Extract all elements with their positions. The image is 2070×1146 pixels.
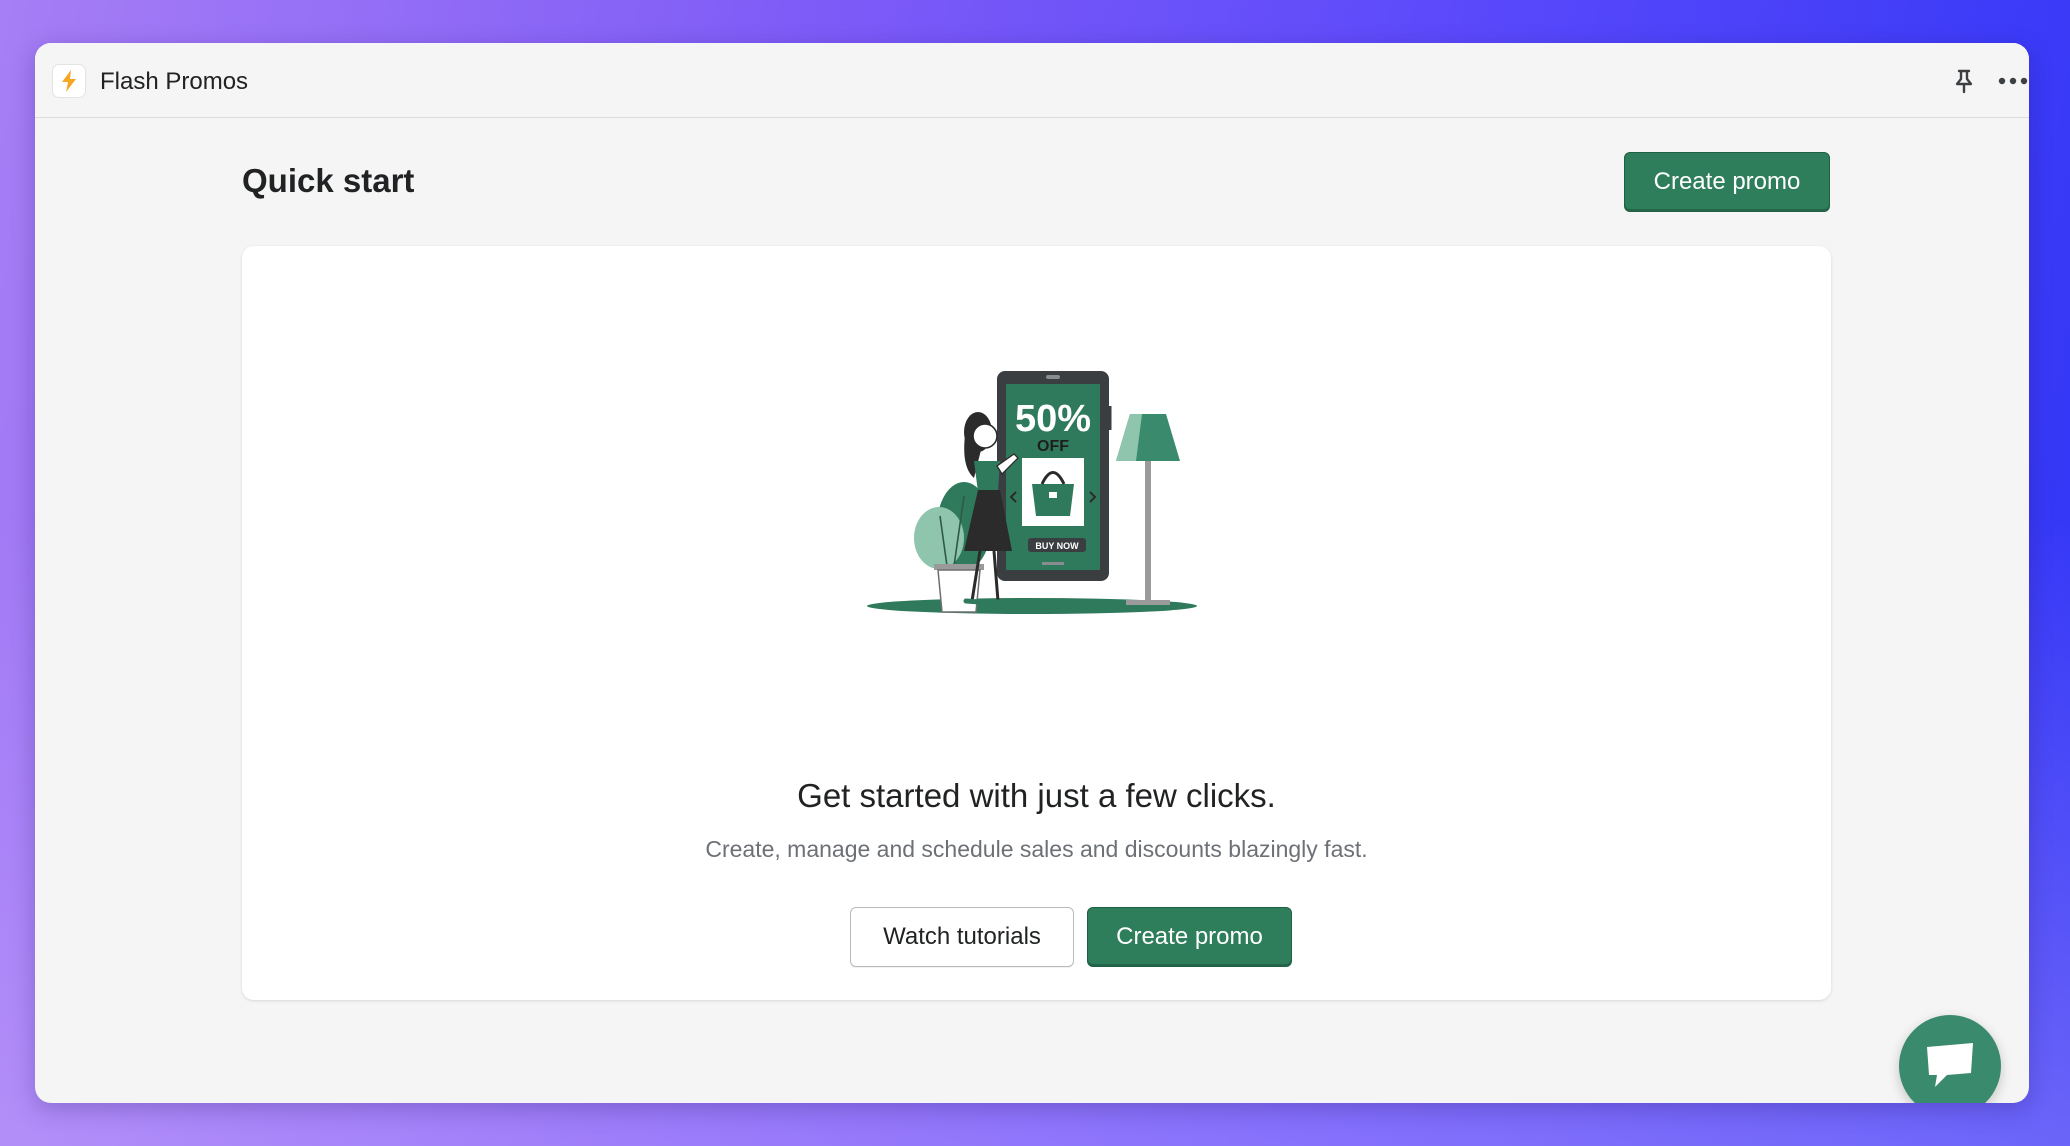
- create-promo-button[interactable]: Create promo: [1087, 907, 1292, 967]
- promo-illustration: 50% OFF BUY NOW: [842, 366, 1222, 636]
- empty-state-card: 50% OFF BUY NOW Get started with just a …: [242, 246, 1831, 1000]
- empty-state-heading: Get started with just a few clicks.: [797, 777, 1276, 814]
- more-actions-button[interactable]: [1995, 63, 2029, 99]
- empty-state-description: Create, manage and schedule sales and di…: [705, 836, 1368, 862]
- page-title: Quick start: [242, 162, 415, 199]
- pin-icon: [1955, 69, 1973, 94]
- more-horizontal-icon: [1998, 77, 2028, 85]
- lightning-bolt-icon: [53, 65, 85, 97]
- watch-tutorials-button[interactable]: Watch tutorials: [850, 907, 1074, 967]
- illustration-off-text: OFF: [1037, 438, 1069, 455]
- pin-button[interactable]: [1946, 63, 1982, 99]
- header-create-promo-button[interactable]: Create promo: [1624, 152, 1830, 212]
- illustration-buy-now-text: BUY NOW: [1035, 541, 1079, 551]
- app-titlebar: Flash Promos: [35, 43, 2029, 118]
- chat-button[interactable]: [1899, 1015, 2001, 1103]
- app-window: Flash Promos Quick start Create promo 50…: [35, 43, 2029, 1103]
- app-title: Flash Promos: [100, 68, 249, 95]
- illustration-discount-text: 50%: [1015, 398, 1091, 440]
- chat-bubble-icon: [1927, 1043, 1973, 1087]
